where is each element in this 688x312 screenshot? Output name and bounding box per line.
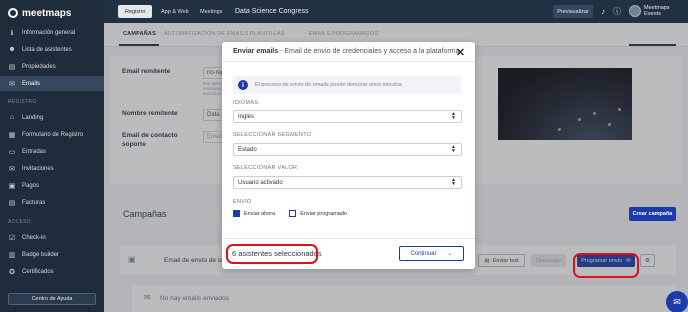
language-label: IDIOMAS — [233, 100, 259, 106]
sidebar-item-label: Propiedades — [22, 63, 56, 70]
checkin-icon: ☑ — [8, 234, 16, 242]
select-arrows-icon: ▲ ▼ — [451, 144, 456, 154]
form-icon: ▦ — [8, 131, 16, 139]
send-emails-modal: Enviar emails - Email de envío de creden… — [222, 42, 475, 269]
arrow-right-icon: → — [446, 250, 453, 257]
select-arrows-icon: ▲ ▼ — [451, 111, 456, 121]
preview-button[interactable]: Previsualizar — [553, 5, 593, 18]
sidebar-item-label: Pagos — [22, 182, 40, 189]
sidebar-item-label: Badge builder — [22, 251, 60, 258]
selected-count-highlight — [226, 244, 318, 264]
section-registro: REGISTRO — [8, 99, 37, 105]
sidebar-item-emails[interactable]: ✉ Emails — [0, 76, 104, 91]
send-label: ENVÍO — [233, 199, 252, 205]
sidebar-item-formulario[interactable]: ▦ Formulario de Registro — [0, 127, 104, 142]
info-icon: i — [238, 80, 248, 90]
sidebar-item-propiedades[interactable]: ▤ Propiedades — [0, 59, 104, 74]
segment-value: Estado — [238, 146, 257, 153]
segment-label: SELECCIONAR SEGMENTO — [233, 132, 312, 138]
modal-header: Enviar emails - Email de envío de creden… — [222, 42, 475, 62]
value-label: SELECCIONAR VALOR — [233, 165, 298, 171]
meetmaps-logo[interactable]: meetmaps — [8, 6, 71, 20]
modal-subtitle: - Email de envío de credenciales y acces… — [278, 48, 460, 55]
info-text: El proceso de envío de emails puede demo… — [255, 82, 402, 88]
sidebar-item-pagos[interactable]: ▣ Pagos — [0, 178, 104, 193]
send-now-radio[interactable] — [233, 210, 240, 217]
invoice-icon: ▤ — [8, 199, 16, 207]
sidebar-item-label: Lista de asistentes — [22, 46, 72, 53]
badge-icon: ▥ — [8, 251, 16, 259]
sidebar-item-lista-asistentes[interactable]: ☻ Lista de asistentes — [0, 42, 104, 57]
continue-label: Continuar — [410, 250, 437, 257]
tab-app-web[interactable]: App & Web — [154, 5, 196, 18]
sidebar-item-facturas[interactable]: ▤ Facturas — [0, 195, 104, 210]
sidebar-item-label: Certificados — [22, 268, 54, 275]
close-icon[interactable]: ✕ — [456, 46, 465, 59]
continue-button[interactable]: Continuar → — [399, 246, 464, 261]
tab-registro[interactable]: Registro — [118, 5, 153, 18]
user-name[interactable]: Meetmaps Events — [644, 5, 688, 17]
sidebar-item-informacion-general[interactable]: ℹ Información general — [0, 25, 104, 40]
language-value: Inglés — [238, 113, 255, 120]
modal-title: Enviar emails — [233, 48, 279, 55]
sidebar-item-label: Check-in — [22, 234, 46, 241]
schedule-button-highlight — [573, 253, 639, 278]
sidebar-item-label: Invitaciones — [22, 165, 54, 172]
avatar[interactable] — [629, 5, 641, 17]
select-arrows-icon: ▲ ▼ — [451, 177, 456, 187]
help-icon[interactable]: ⓘ — [612, 6, 622, 16]
landing-icon: ⌂ — [9, 114, 15, 121]
chat-icon[interactable]: ✉ — [666, 291, 688, 312]
sidebar-item-checkin[interactable]: ☑ Check-in — [0, 230, 104, 245]
event-title: Data Science Congress — [235, 8, 309, 15]
sidebar-item-badge-builder[interactable]: ▥ Badge builder — [0, 247, 104, 262]
sidebar-item-landing[interactable]: ⌂ Landing — [0, 110, 104, 125]
users-icon: ☻ — [8, 46, 16, 53]
value-select[interactable]: Usuario activado ▲ ▼ — [233, 176, 462, 189]
sidebar-item-certificados[interactable]: ✪ Certificados — [0, 264, 104, 279]
segment-select[interactable]: Estado ▲ ▼ — [233, 143, 462, 156]
help-center-button[interactable]: Centro de Ayuda — [8, 293, 96, 305]
mail-icon: ✉ — [9, 80, 15, 88]
top-bar: Registro App & Web Meetings Data Science… — [104, 0, 688, 23]
tab-meetings[interactable]: Meetings — [193, 5, 229, 18]
logo-mark-icon — [8, 8, 18, 18]
sidebar-item-entradas[interactable]: ▭ Entradas — [0, 144, 104, 159]
create-campaign-button[interactable]: Crear campaña — [629, 207, 676, 221]
sidebar-item-label: Información general — [22, 29, 76, 36]
sidebar-item-label: Entradas — [22, 148, 47, 155]
send-options: Enviar ahora Enviar programado — [233, 210, 347, 217]
sidebar-item-label: Emails — [22, 80, 41, 87]
bell-icon[interactable]: ♪ — [598, 6, 608, 16]
tag-icon: ▤ — [8, 63, 16, 71]
sidebar: meetmaps ℹ Información general ☻ Lista d… — [0, 0, 104, 312]
sidebar-item-label: Landing — [22, 114, 44, 121]
info-banner: i El proceso de envío de emails puede de… — [233, 76, 461, 94]
ticket-icon: ▭ — [8, 148, 16, 156]
section-acceso: ACCESO — [8, 219, 31, 225]
invitation-icon: ✉ — [9, 165, 15, 173]
send-scheduled-radio[interactable] — [289, 210, 297, 217]
payment-icon: ▣ — [8, 182, 16, 190]
send-scheduled-label[interactable]: Enviar programado — [300, 211, 347, 217]
value-value: Usuario activado — [238, 179, 283, 186]
info-icon: ℹ — [10, 29, 14, 37]
sidebar-item-label: Facturas — [22, 199, 46, 206]
certificate-icon: ✪ — [9, 268, 15, 276]
language-select[interactable]: Inglés ▲ ▼ — [233, 110, 462, 123]
modal-divider — [222, 238, 475, 239]
sidebar-item-invitaciones[interactable]: ✉ Invitaciones — [0, 161, 104, 176]
sidebar-item-label: Formulario de Registro — [22, 131, 84, 138]
logo-text: meetmaps — [22, 7, 72, 19]
send-now-label[interactable]: Enviar ahora — [244, 211, 275, 217]
